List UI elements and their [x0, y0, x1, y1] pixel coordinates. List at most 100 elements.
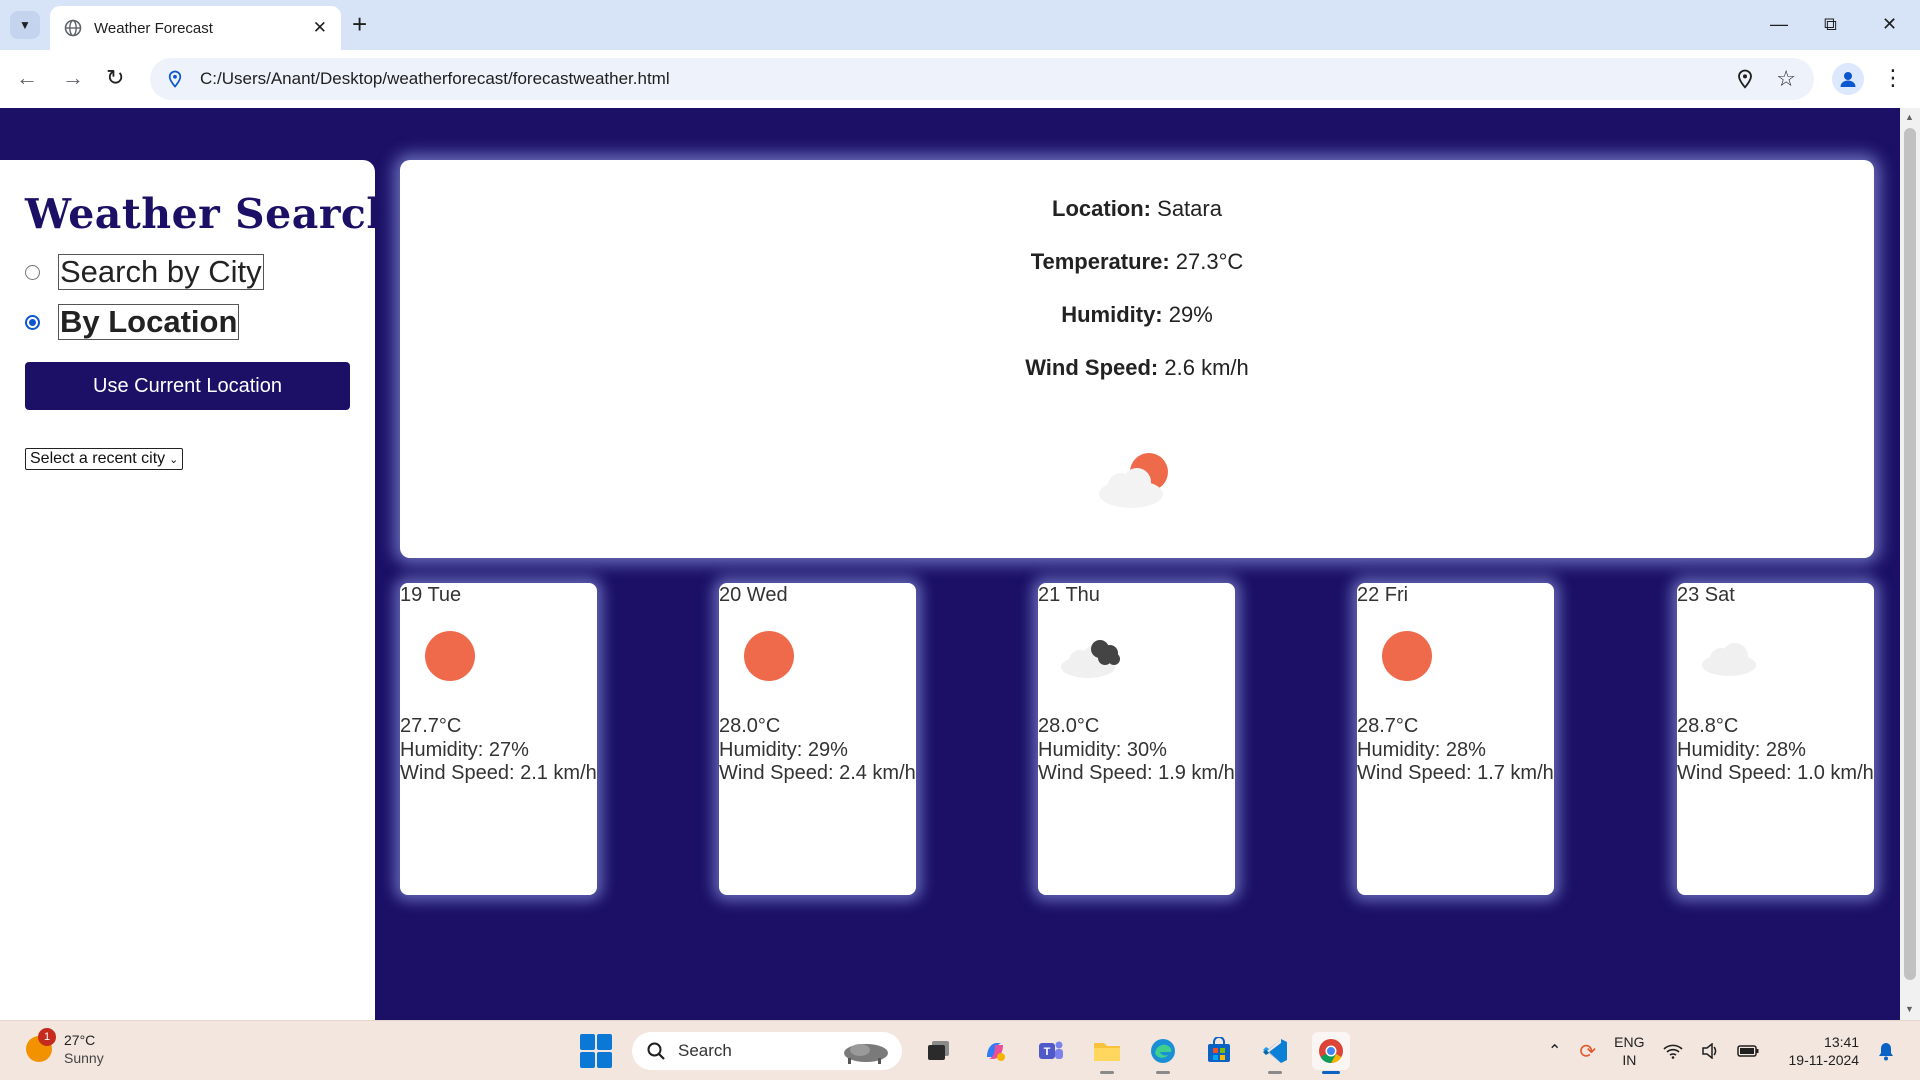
url-text: C:/Users/Anant/Desktop/weatherforecast/f… [200, 69, 670, 88]
recent-city-select-value: Select a recent city [30, 450, 166, 467]
scroll-down-icon[interactable]: ▼ [1905, 1004, 1914, 1014]
restore-button[interactable]: ⧉ [1824, 10, 1837, 38]
globe-icon [64, 19, 82, 37]
browser-menu-button[interactable]: ⋮ [1882, 64, 1904, 92]
search-by-city-label[interactable]: Search by City [58, 254, 264, 290]
copilot-glyph-icon [987, 1043, 1005, 1061]
running-indicator [1322, 1071, 1340, 1074]
taskbar-search-box[interactable]: Search [632, 1032, 902, 1070]
browser-tab[interactable]: Weather Forecast ✕ [50, 6, 341, 50]
weather-widget[interactable]: 1 27°C Sunny [26, 1028, 104, 1067]
forecast-temperature: 28.7°C [1357, 715, 1419, 737]
store-icon[interactable] [1200, 1032, 1238, 1070]
forecast-date: 20 Wed [719, 584, 788, 606]
vscode-icon[interactable] [1256, 1032, 1294, 1074]
search-by-city-option[interactable]: Search by City [25, 254, 350, 290]
search-icon [647, 1042, 665, 1060]
forecast-wind: Wind Speed: 1.0 km/h [1677, 762, 1874, 784]
forecast-wind: Wind Speed: 1.7 km/h [1357, 762, 1554, 784]
by-location-label[interactable]: By Location [58, 304, 240, 340]
running-indicator [1156, 1071, 1170, 1074]
temperature-value: 27.3°C [1175, 249, 1244, 274]
forecast-wind: Wind Speed: 2.4 km/h [719, 762, 916, 784]
language-top: ENG [1614, 1034, 1645, 1050]
scrollbar-thumb[interactable] [1904, 128, 1916, 980]
sun-icon [744, 631, 794, 681]
volume-icon[interactable] [1701, 1043, 1719, 1059]
cloud-icon [1702, 643, 1756, 676]
clock-date: 19-11-2024 [1788, 1052, 1860, 1068]
forward-button[interactable]: → [62, 64, 84, 92]
bookmark-star-icon[interactable]: ☆ [1776, 66, 1796, 92]
weather-widget-temp: 27°C [64, 1032, 96, 1048]
use-current-location-button[interactable]: Use Current Location [25, 362, 350, 410]
scroll-up-icon[interactable]: ▲ [1905, 112, 1914, 122]
language-bottom: IN [1622, 1052, 1637, 1068]
file-explorer-icon[interactable] [1088, 1032, 1126, 1074]
wifi-icon[interactable] [1662, 1043, 1683, 1059]
by-location-option[interactable]: By Location [25, 304, 350, 340]
address-bar[interactable]: C:/Users/Anant/Desktop/weatherforecast/f… [150, 58, 1814, 100]
weather-widget-desc: Sunny [64, 1050, 104, 1066]
current-wind: Wind Speed: 2.6 km/h [400, 355, 1874, 381]
location-pin-icon[interactable] [1736, 69, 1754, 89]
forecast-humidity: Humidity: 29% [719, 739, 848, 761]
broken-clouds-icon [1061, 640, 1120, 678]
forecast-card: 22 Fri 28.7°C Humidity: 28% Wind Speed: … [1357, 583, 1554, 895]
forecast-temperature: 28.0°C [719, 715, 781, 737]
by-location-radio[interactable] [25, 314, 40, 330]
partly-cloudy-day-icon [1099, 453, 1168, 508]
back-button[interactable]: ← [16, 64, 38, 92]
forecast-temperature: 27.7°C [400, 715, 462, 737]
copilot-icon[interactable] [976, 1032, 1014, 1070]
forecast-date: 21 Thu [1038, 584, 1100, 606]
close-window-button[interactable]: ✕ [1882, 10, 1897, 38]
browser-tab-bar: ▼ Weather Forecast ✕ + — ⧉ ✕ [0, 0, 1920, 50]
profile-avatar[interactable] [1832, 63, 1864, 95]
search-highlight-icon [844, 1044, 888, 1064]
recent-city-select[interactable]: Select a recent city ⌄ [25, 448, 184, 470]
sync-icon[interactable]: ⟳ [1579, 1039, 1596, 1064]
edge-icon[interactable] [1144, 1032, 1182, 1074]
folder-icon [1094, 1043, 1120, 1061]
browser-toolbar: ← → ↻ C:/Users/Anant/Desktop/weatherfore… [0, 50, 1920, 108]
system-tray: ⌃ ⟳ ENG IN 13:41 19-11-2024 [1548, 1029, 1895, 1073]
sidebar-title: Weather Search [25, 190, 397, 238]
chevron-up-icon[interactable]: ⌃ [1548, 1041, 1561, 1061]
minimize-button[interactable]: — [1770, 10, 1788, 38]
clock-time: 13:41 [1824, 1034, 1860, 1050]
forecast-wind: Wind Speed: 2.1 km/h [400, 762, 597, 784]
location-label: Location: [1052, 196, 1152, 221]
forecast-humidity: Humidity: 28% [1357, 739, 1486, 761]
forecast-date: 23 Sat [1677, 584, 1735, 606]
forecast-card: 21 Thu 28.0°C Humidity: 30% Wind Speed: … [1038, 583, 1235, 895]
forecast-date: 22 Fri [1357, 584, 1409, 606]
battery-icon[interactable] [1736, 1044, 1759, 1058]
reload-button[interactable]: ↻ [106, 64, 124, 92]
chrome-glyph-icon [1319, 1039, 1343, 1063]
task-view-icon[interactable] [920, 1032, 958, 1070]
page-scrollbar[interactable]: ▲ ▼ [1900, 108, 1920, 1020]
notification-bell-icon[interactable] [1877, 1041, 1895, 1061]
language-indicator[interactable]: ENG IN [1614, 1033, 1644, 1069]
close-tab-icon[interactable]: ✕ [313, 18, 327, 38]
taskbar-apps: Search T [580, 1029, 1350, 1074]
chevron-down-icon: ▼ [19, 18, 31, 32]
store-glyph-icon [1208, 1037, 1230, 1062]
search-by-city-radio[interactable] [25, 264, 40, 280]
teams-icon[interactable]: T [1032, 1032, 1070, 1070]
humidity-label: Humidity: [1061, 302, 1163, 327]
chevron-down-icon: ⌄ [169, 453, 179, 466]
humidity-value: 29% [1168, 302, 1213, 327]
notification-badge: 1 [38, 1028, 56, 1046]
search-sidebar: Weather Search Search by City By Locatio… [0, 160, 397, 1020]
system-clock[interactable]: 13:41 19-11-2024 [1789, 1033, 1860, 1069]
wind-value: 2.6 km/h [1164, 355, 1249, 380]
windows-start-icon[interactable] [580, 1034, 614, 1068]
forecast-card: 20 Wed 28.0°C Humidity: 29% Wind Speed: … [719, 583, 916, 895]
chrome-icon[interactable] [1312, 1032, 1350, 1074]
current-weather-card: Location: Satara Temperature: 27.3°C Hum… [400, 160, 1874, 558]
tab-search-button[interactable]: ▼ [10, 11, 40, 39]
new-tab-button[interactable]: + [352, 10, 367, 38]
site-info-icon[interactable] [166, 70, 184, 88]
